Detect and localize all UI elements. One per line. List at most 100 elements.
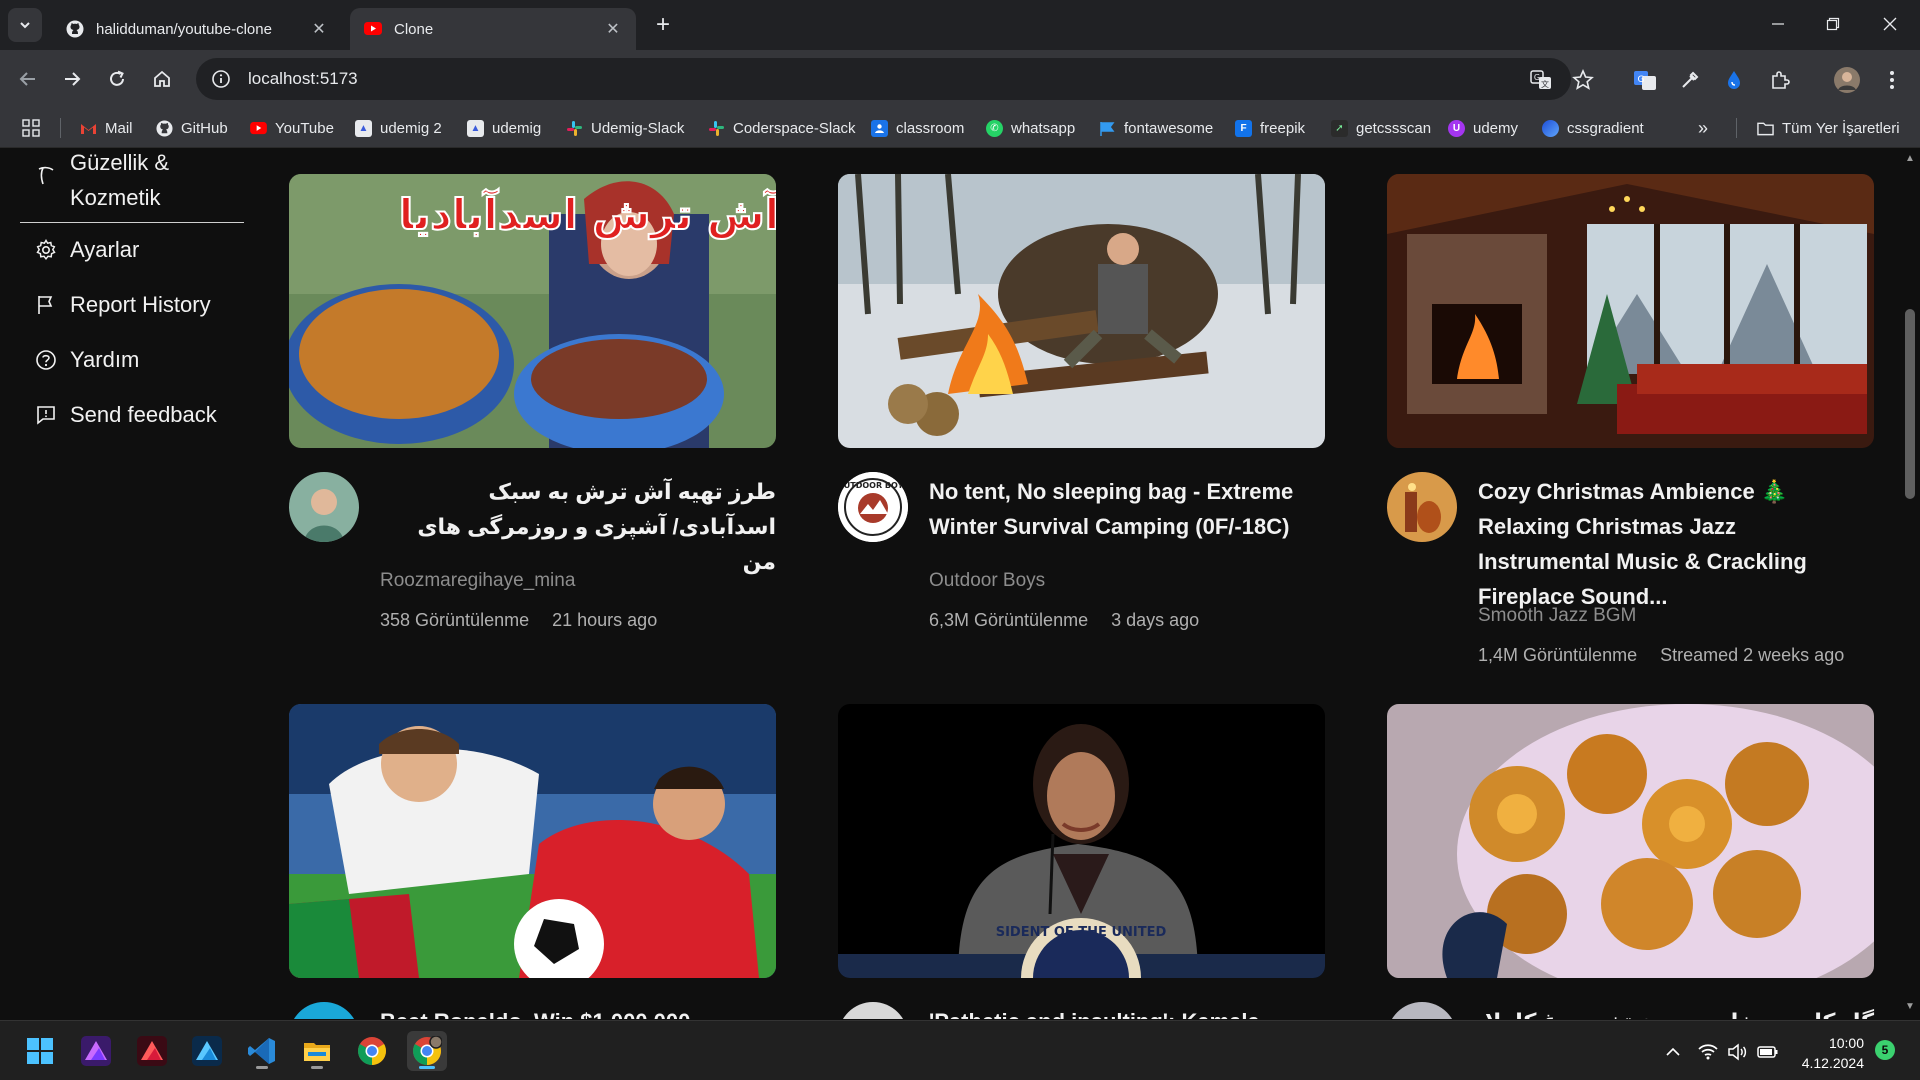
file-explorer-icon[interactable] — [297, 1031, 337, 1071]
upload-time: 3 days ago — [1111, 610, 1200, 630]
video-title[interactable]: 'Pathetic and insulting': Kamala — [929, 1004, 1325, 1019]
affinity-photo-icon[interactable] — [76, 1031, 116, 1071]
scrollbar-thumb[interactable] — [1905, 309, 1915, 499]
whatsapp-icon: ✆ — [986, 119, 1003, 137]
volume-icon[interactable] — [1726, 1041, 1748, 1063]
reload-button[interactable] — [101, 63, 133, 95]
udemy-icon: U — [1448, 119, 1465, 137]
bookmark-coderspace-slack[interactable]: Coderspace-Slack — [708, 117, 856, 139]
chevron-down-icon — [20, 22, 30, 29]
video-thumbnail[interactable]: SIDENT OF THE UNITED — [838, 704, 1325, 978]
video-thumbnail[interactable] — [838, 174, 1325, 448]
eyedropper-icon[interactable] — [1676, 66, 1704, 94]
video-meta: 358 Görüntülenme 21 hours ago — [380, 610, 675, 631]
water-drop-extension-icon[interactable] — [1720, 66, 1748, 94]
bookmark-fontawesome[interactable]: fontawesome — [1099, 117, 1213, 139]
udemig-icon: ▲ — [355, 119, 372, 137]
bookmark-youtube[interactable]: YouTube — [250, 117, 334, 139]
chrome-profile-icon[interactable] — [407, 1031, 447, 1071]
new-tab-button[interactable]: + — [650, 11, 676, 38]
close-tab-icon[interactable]: ✕ — [310, 20, 328, 38]
bookmark-udemig[interactable]: ▲ udemig — [467, 117, 541, 139]
apps-grid-icon[interactable] — [22, 117, 40, 139]
video-title[interactable]: Cozy Christmas Ambience 🎄 Relaxing Chris… — [1478, 474, 1874, 614]
tab-search-button[interactable] — [8, 8, 42, 42]
bookmark-getcssscan[interactable]: ➚ getcssscan — [1331, 117, 1431, 139]
channel-avatar[interactable] — [1387, 472, 1457, 542]
forward-button[interactable] — [56, 63, 88, 95]
extensions-puzzle-icon[interactable] — [1766, 66, 1794, 94]
bookmarks-bar: Mail GitHub YouTube ▲ udemig 2 ▲ udemig … — [0, 108, 1920, 148]
bookmark-whatsapp[interactable]: ✆ whatsapp — [986, 117, 1075, 139]
running-indicator — [419, 1066, 435, 1069]
more-bookmarks-chevron-icon[interactable]: » — [1698, 117, 1708, 139]
show-hidden-icons-chevron-icon[interactable] — [1662, 1041, 1684, 1063]
all-bookmarks-folder[interactable]: Tüm Yer İşaretleri — [1757, 117, 1900, 139]
sidebar-item-report-history[interactable]: Report History — [34, 292, 211, 318]
video-thumbnail[interactable] — [289, 704, 776, 978]
system-clock[interactable]: 10:00 4.12.2024 — [1796, 1033, 1864, 1073]
video-title[interactable]: طرز تهیه آش ترش به سبک اسدآبادی/ آشپزی و… — [380, 474, 776, 579]
browser-toolbar: localhost:5173 文G G — [0, 50, 1920, 108]
video-title[interactable]: گل کلم سوخاری بدون تخم مرغ کاملا ترد — [1478, 1004, 1874, 1019]
channel-name[interactable]: Smooth Jazz BGM — [1478, 605, 1636, 627]
minimize-icon — [1772, 23, 1784, 25]
page-scrollbar[interactable]: ▲ ▼ — [1900, 149, 1920, 1019]
bookmark-label: cssgradient — [1567, 119, 1644, 137]
video-thumbnail[interactable] — [1387, 704, 1874, 978]
channel-avatar[interactable]: OUTDOOR BOYS — [838, 472, 908, 542]
back-button[interactable] — [12, 63, 44, 95]
wifi-icon[interactable] — [1697, 1041, 1719, 1063]
channel-avatar[interactable] — [1387, 1002, 1457, 1019]
sidebar-item-beauty[interactable]: Güzellik & Kozmetik — [34, 149, 220, 215]
sidebar-item-send-feedback[interactable]: Send feedback — [34, 402, 217, 428]
video-thumbnail[interactable] — [1387, 174, 1874, 448]
bookmark-udemig-2[interactable]: ▲ udemig 2 — [355, 117, 442, 139]
bookmark-mail[interactable]: Mail — [80, 117, 133, 139]
affinity-publisher-icon[interactable] — [132, 1031, 172, 1071]
google-translate-extension-icon[interactable]: G — [1631, 66, 1659, 94]
channel-name[interactable]: Roozmaregihaye_mina — [380, 570, 575, 592]
site-info-icon[interactable] — [208, 66, 234, 92]
video-thumbnail[interactable]: آش ترش اسدآبادیا — [289, 174, 776, 448]
clock-time: 10:00 — [1828, 1035, 1864, 1051]
battery-icon[interactable] — [1757, 1041, 1779, 1063]
video-title[interactable]: No tent, No sleeping bag - Extreme Winte… — [929, 474, 1325, 544]
channel-name[interactable]: Outdoor Boys — [929, 570, 1045, 592]
tab-strip: halidduman/youtube-clone ✕ Clone ✕ + — [0, 0, 1920, 50]
video-title[interactable]: Beat Ronaldo, Win $1,000,000 — [380, 1004, 776, 1019]
address-bar[interactable]: localhost:5173 — [196, 58, 1571, 100]
sidebar-item-settings[interactable]: Ayarlar — [34, 237, 139, 263]
home-button[interactable] — [146, 63, 178, 95]
translate-icon[interactable]: 文G — [1528, 67, 1554, 93]
close-tab-icon[interactable]: ✕ — [604, 20, 622, 38]
scroll-down-arrow-icon[interactable]: ▼ — [1903, 1001, 1917, 1013]
tab-github[interactable]: halidduman/youtube-clone ✕ — [52, 8, 342, 50]
tab-clone[interactable]: Clone ✕ — [350, 8, 636, 50]
sidebar-item-help[interactable]: Yardım — [34, 347, 139, 373]
chrome-icon[interactable] — [352, 1031, 392, 1071]
bookmark-github[interactable]: GitHub — [156, 117, 228, 139]
more-menu-icon[interactable] — [1878, 66, 1906, 94]
vscode-icon[interactable] — [242, 1031, 282, 1071]
bookmarks-divider — [1736, 118, 1737, 138]
home-icon — [154, 70, 170, 87]
bookmark-freepik[interactable]: F freepik — [1235, 117, 1305, 139]
bookmark-udemy[interactable]: U udemy — [1448, 117, 1518, 139]
bookmark-star-icon[interactable] — [1570, 67, 1596, 93]
scroll-up-arrow-icon[interactable]: ▲ — [1903, 153, 1917, 165]
notification-badge[interactable]: 5 — [1875, 1040, 1895, 1060]
close-window-button[interactable] — [1870, 6, 1910, 42]
bookmark-udemig-slack[interactable]: Udemig-Slack — [566, 117, 684, 139]
bookmark-cssgradient[interactable]: cssgradient — [1542, 117, 1644, 139]
restore-button[interactable] — [1813, 6, 1853, 42]
windows-start-icon[interactable] — [20, 1031, 60, 1071]
bookmark-classroom[interactable]: classroom — [871, 117, 964, 139]
minimize-button[interactable] — [1758, 6, 1798, 42]
channel-avatar[interactable] — [838, 1002, 908, 1019]
channel-avatar[interactable] — [289, 472, 359, 542]
affinity-designer-icon[interactable] — [187, 1031, 227, 1071]
running-indicator — [311, 1066, 323, 1069]
profile-avatar[interactable] — [1833, 66, 1861, 94]
channel-avatar[interactable] — [289, 1002, 359, 1019]
